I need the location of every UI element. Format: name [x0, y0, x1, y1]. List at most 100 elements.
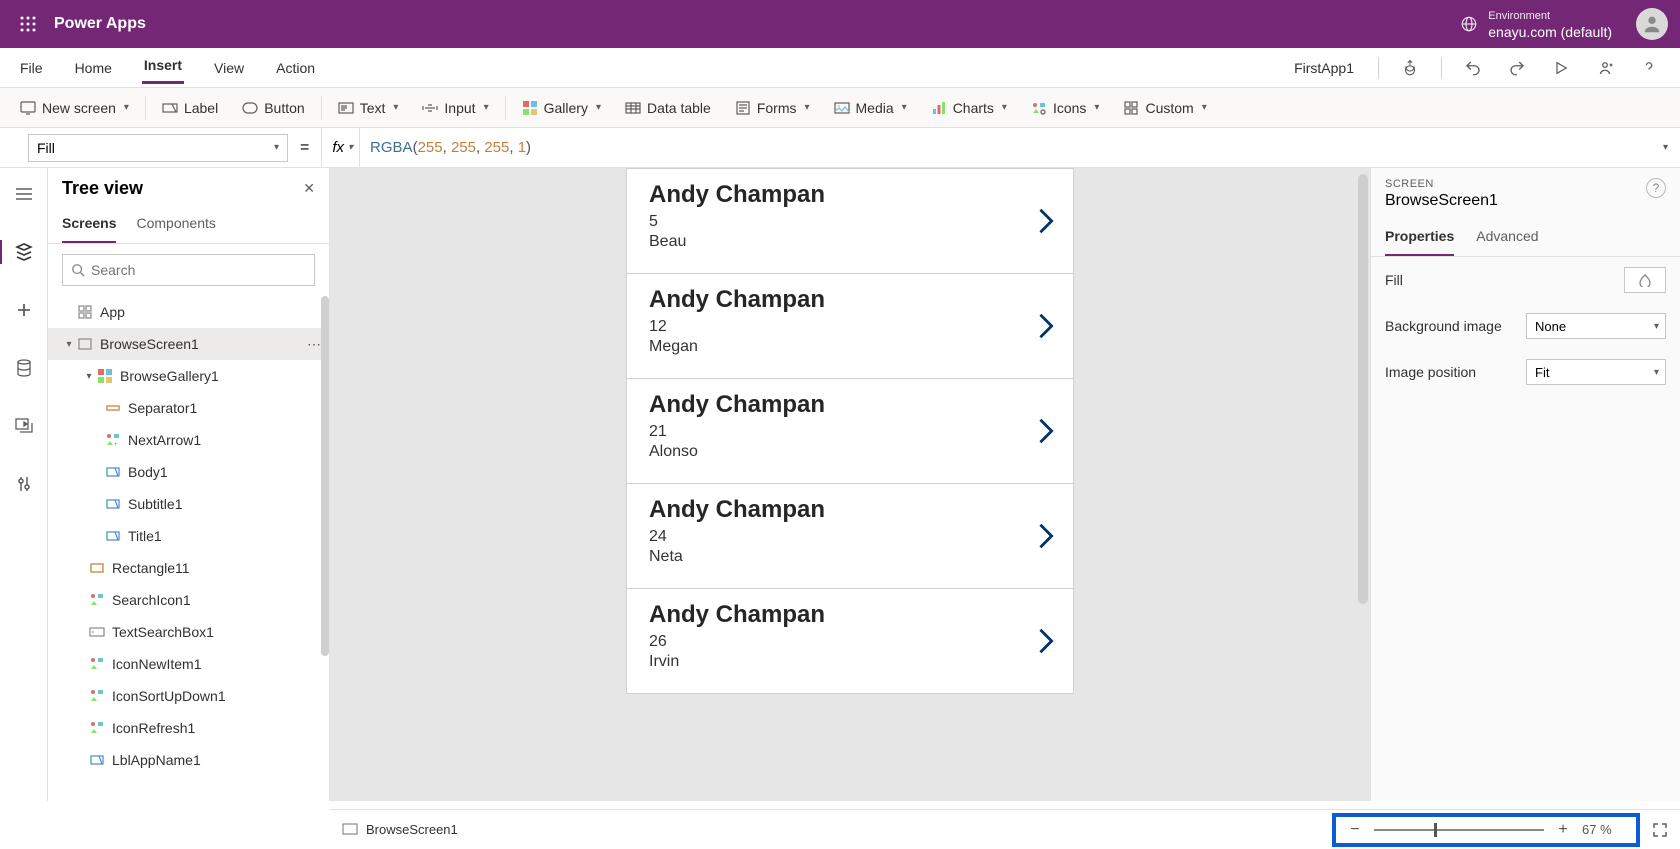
chevron-right-icon[interactable] [1037, 207, 1055, 235]
canvas-scrollbar[interactable] [1358, 174, 1368, 604]
expand-formula-icon[interactable]: ▾ [1663, 142, 1668, 153]
icon-node-icon [88, 655, 106, 673]
forms-menu[interactable]: Forms▾ [723, 88, 822, 127]
fit-screen-icon[interactable] [1652, 822, 1668, 838]
img-pos-dropdown[interactable]: Fit ▾ [1526, 359, 1666, 385]
fx-button[interactable]: fx▾ [321, 128, 359, 167]
tree-node-textsearchbox[interactable]: TextSearchBox1 [48, 616, 329, 648]
menu-insert[interactable]: Insert [142, 53, 184, 84]
insert-icon[interactable] [8, 294, 40, 326]
zoom-in-button[interactable]: + [1554, 821, 1572, 839]
tree-node-iconrefresh[interactable]: IconRefresh1 [48, 712, 329, 744]
chevron-right-icon[interactable] [1037, 522, 1055, 550]
bg-image-dropdown[interactable]: None ▾ [1526, 313, 1666, 339]
separator [1378, 57, 1379, 79]
button-button[interactable]: Button [230, 88, 316, 127]
gallery-item[interactable]: Andy Champan 5 Beau [627, 169, 1073, 274]
gallery-menu[interactable]: Gallery▾ [510, 88, 613, 127]
menu-view[interactable]: View [212, 56, 246, 80]
tree-node-browsescreen[interactable]: ▾ BrowseScreen1 ⋯ [48, 328, 329, 360]
tree-node-searchicon[interactable]: SearchIcon1 [48, 584, 329, 616]
chevron-down-icon: ▾ [1654, 321, 1659, 332]
item-title: Andy Champan [649, 601, 1055, 629]
hamburger-icon[interactable] [8, 178, 40, 210]
item-body: Neta [649, 548, 1055, 566]
gallery-item[interactable]: Andy Champan 21 Alonso [627, 379, 1073, 484]
media-menu[interactable]: Media▾ [822, 88, 919, 127]
caret-icon[interactable]: ▾ [62, 339, 76, 350]
tree-label: SearchIcon1 [112, 592, 191, 608]
tree-label: Title1 [128, 528, 162, 544]
tree-node-body[interactable]: Body1 [48, 456, 329, 488]
icon-node-icon [88, 687, 106, 705]
undo-icon[interactable] [1460, 55, 1486, 81]
tree-node-iconnewitem[interactable]: IconNewItem1 [48, 648, 329, 680]
environment-name: enayu.com (default) [1488, 24, 1612, 40]
chevron-right-icon[interactable] [1037, 417, 1055, 445]
tree-search[interactable] [62, 254, 315, 286]
data-table-button[interactable]: Data table [613, 88, 723, 127]
design-canvas[interactable]: Andy Champan 5 Beau Andy Champan 12 Mega… [626, 168, 1074, 694]
formula-input[interactable]: RGBA(255, 255, 255, 1) ▾ [359, 128, 1680, 167]
gallery-item[interactable]: Andy Champan 12 Megan [627, 274, 1073, 379]
zoom-slider[interactable] [1374, 829, 1544, 831]
gallery-item[interactable]: Andy Champan 26 Irvin [627, 589, 1073, 693]
redo-icon[interactable] [1504, 55, 1530, 81]
play-icon[interactable] [1548, 55, 1574, 81]
tree-node-separator[interactable]: Separator1 [48, 392, 329, 424]
waffle-icon[interactable] [12, 8, 44, 40]
tree-node-iconsort[interactable]: IconSortUpDown1 [48, 680, 329, 712]
media-rail-icon[interactable] [8, 410, 40, 442]
item-body: Alonso [649, 443, 1055, 461]
property-selector[interactable]: Fill ▾ [28, 134, 288, 162]
tools-icon[interactable] [8, 468, 40, 500]
item-subtitle: 24 [649, 528, 1055, 546]
data-icon[interactable] [8, 352, 40, 384]
tree-label: NextArrow1 [128, 432, 201, 448]
tab-components[interactable]: Components [136, 209, 215, 243]
share-icon[interactable] [1592, 55, 1618, 81]
tab-properties[interactable]: Properties [1385, 222, 1454, 256]
tree-node-nextarrow[interactable]: + NextArrow1 [48, 424, 329, 456]
input-menu[interactable]: Input▾ [410, 88, 500, 127]
custom-menu[interactable]: Custom▾ [1111, 88, 1218, 127]
tree-view-icon[interactable] [8, 236, 40, 268]
environment-selector[interactable]: Environment enayu.com (default) [1460, 8, 1612, 40]
fill-color-picker[interactable] [1624, 267, 1666, 293]
icons-menu[interactable]: Icons▾ [1019, 88, 1112, 127]
tab-advanced[interactable]: Advanced [1476, 222, 1538, 256]
search-input[interactable] [91, 262, 306, 278]
menu-action[interactable]: Action [274, 56, 317, 80]
tree-node-browsegallery[interactable]: ▾ BrowseGallery1 [48, 360, 329, 392]
tree-node-app[interactable]: App [48, 296, 329, 328]
status-screen-name: BrowseScreen1 [366, 822, 458, 837]
properties-object-name: BrowseScreen1 [1385, 192, 1498, 210]
tree-node-rectangle[interactable]: Rectangle11 [48, 552, 329, 584]
close-icon[interactable]: ✕ [303, 180, 315, 197]
caret-icon[interactable]: ▾ [82, 371, 96, 382]
separator [505, 96, 506, 120]
tab-screens[interactable]: Screens [62, 209, 116, 243]
tree-node-title[interactable]: Title1 [48, 520, 329, 552]
avatar[interactable] [1636, 8, 1668, 40]
custom-icon [1123, 100, 1139, 116]
zoom-out-button[interactable]: − [1346, 821, 1364, 839]
text-menu[interactable]: Text▾ [326, 88, 411, 127]
tree-node-subtitle[interactable]: Subtitle1 [48, 488, 329, 520]
custom-label: Custom [1145, 100, 1193, 116]
properties-help-icon[interactable]: ? [1646, 178, 1666, 198]
app-checker-icon[interactable] [1397, 55, 1423, 81]
chevron-right-icon[interactable] [1037, 312, 1055, 340]
help-icon[interactable] [1636, 55, 1662, 81]
menu-home[interactable]: Home [73, 56, 114, 80]
tree-node-lblappname[interactable]: LblAppName1 [48, 744, 329, 776]
tree-label: App [100, 304, 125, 320]
item-subtitle: 21 [649, 423, 1055, 441]
label-button[interactable]: Label [150, 88, 230, 127]
chevron-right-icon[interactable] [1037, 627, 1055, 655]
more-icon[interactable]: ⋯ [307, 336, 321, 353]
menu-file[interactable]: File [18, 56, 45, 80]
charts-menu[interactable]: Charts▾ [919, 88, 1019, 127]
new-screen-button[interactable]: New screen▾ [8, 88, 141, 127]
gallery-item[interactable]: Andy Champan 24 Neta [627, 484, 1073, 589]
